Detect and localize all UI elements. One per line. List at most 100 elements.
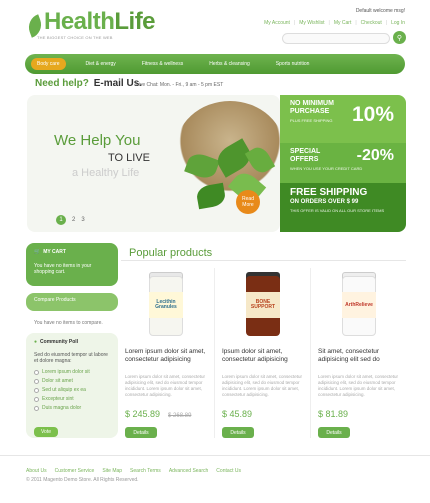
product-image[interactable]: Lecithin Granules bbox=[125, 268, 211, 340]
footer-link-contact-us[interactable]: Contact Us bbox=[216, 468, 241, 474]
promo-special-offers[interactable]: SPECIAL OFFERS -20% WHEN YOU USE YOUR CR… bbox=[280, 143, 406, 183]
footer-link-about-us[interactable]: About Us bbox=[26, 468, 47, 474]
cart-title: 🛒 MY CART bbox=[34, 249, 110, 255]
poll-option-label: Lorem ipsum dolor sit bbox=[42, 369, 90, 375]
promo-free-shipping[interactable]: FREE SHIPPING ON ORDERS OVER $ 99 THIS O… bbox=[280, 183, 406, 232]
price-value: $ 81.89 bbox=[318, 409, 349, 419]
nav-item-body-care[interactable]: Body care bbox=[31, 58, 66, 70]
poll-option-label: Sed ut aliquip ex ea bbox=[42, 387, 86, 393]
promo-no-minimum[interactable]: NO MINIMUM PURCHASE 10% PLUS FREE SHIPPI… bbox=[280, 95, 406, 143]
pager-page-3[interactable]: 3 bbox=[81, 217, 84, 223]
details-button[interactable]: Details bbox=[222, 427, 254, 438]
popular-products-heading: Popular products bbox=[129, 247, 213, 259]
footer-divider bbox=[0, 455, 430, 456]
price-value: $ 245.89 bbox=[125, 409, 161, 419]
logo-text-health: Health bbox=[44, 8, 115, 35]
cart-block: 🛒 MY CART You have no items in your shopp… bbox=[26, 243, 118, 286]
poll-question: Sed do eiusmod tempor ut labore et dolor… bbox=[34, 352, 108, 364]
radio-button[interactable] bbox=[34, 379, 39, 384]
product-name[interactable]: Sit amet, consectetur adipisicing elit s… bbox=[318, 348, 404, 366]
promo-3-label: FREE SHIPPING bbox=[290, 187, 368, 198]
promo-2-value: -20% bbox=[356, 147, 394, 164]
banner-pager: 1 2 3 bbox=[56, 215, 85, 225]
product-card: ArthRelieve Sit amet, consectetur adipis… bbox=[318, 268, 404, 438]
cart-text: You have no items in your shopping cart. bbox=[34, 263, 92, 275]
product-price: $ 81.89 bbox=[318, 409, 404, 419]
community-poll: ● Community Poll Sed do eiusmod tempor ut… bbox=[26, 333, 118, 438]
link-my-account[interactable]: My Account bbox=[264, 20, 290, 26]
link-my-wishlist[interactable]: My Wishlist bbox=[299, 20, 324, 26]
divider bbox=[214, 268, 215, 438]
poll-option-label: Excepteur sint bbox=[42, 396, 74, 402]
poll-option-label: Dolor sit amet bbox=[42, 378, 73, 384]
promo-1-value: 10% bbox=[351, 103, 394, 126]
product-label: ArthRelieve bbox=[342, 292, 376, 318]
banner-line-2: TO LIVE bbox=[108, 152, 150, 164]
poll-title: ● Community Poll bbox=[34, 339, 110, 345]
product-description: Lorem ipsum dolor sit amet, consectetur … bbox=[125, 374, 206, 397]
product-name[interactable]: Lorem ipsum dolor sit amet, consectetur … bbox=[125, 348, 211, 366]
old-price: $ 268.89 bbox=[168, 413, 192, 419]
footer-link-site-map[interactable]: Site Map bbox=[102, 468, 122, 474]
nav-item-diet-energy[interactable]: Diet & energy bbox=[80, 58, 122, 70]
top-links: My Account | My Wishlist | My Cart | Checko… bbox=[264, 20, 405, 26]
product-image[interactable]: BONE SUPPORT bbox=[222, 268, 308, 340]
details-button[interactable]: Details bbox=[318, 427, 350, 438]
email-us-link[interactable]: E-mail Us. bbox=[94, 78, 142, 89]
divider bbox=[310, 268, 311, 438]
logo[interactable]: HealthLife bbox=[25, 8, 156, 38]
poll-title-label: Community Poll bbox=[40, 339, 79, 345]
footer-link-search-terms[interactable]: Search Terms bbox=[130, 468, 161, 474]
product-description: Lorem ipsum dolor sit amet, consectetur … bbox=[222, 374, 303, 397]
footer-links: About Us Customer Service Site Map Searc… bbox=[26, 468, 241, 474]
product-name[interactable]: Ipsum dolor sit amet, consectetur adipis… bbox=[222, 348, 308, 366]
poll-option[interactable]: Excepteur sint bbox=[34, 395, 110, 404]
pager-page-2[interactable]: 2 bbox=[72, 217, 75, 223]
product-price: $ 245.89 $ 268.89 bbox=[125, 409, 211, 419]
cart-icon: 🛒 bbox=[34, 249, 41, 255]
tagline: THE BIGGEST CHOICE ON THE WEB bbox=[37, 35, 113, 40]
link-checkout[interactable]: Checkout bbox=[361, 20, 382, 26]
poll-icon: ● bbox=[34, 339, 38, 345]
product-description: Lorem ipsum dolor sit amet, consectetur … bbox=[318, 374, 399, 397]
promo-3-sub: THIS OFFER IS VALID ON ALL OUR STORE ITE… bbox=[290, 208, 385, 213]
promo-2-sub: WHEN YOU USE YOUR CREDIT CARD bbox=[290, 166, 363, 171]
copyright: © 2011 Magento Demo Store. All Rights Re… bbox=[26, 477, 139, 483]
read-more-button[interactable]: Read More bbox=[236, 190, 260, 214]
nav-item-sports-nutrition[interactable]: Sports nutrition bbox=[270, 58, 316, 70]
logo-text: HealthLife bbox=[44, 8, 156, 36]
radio-button[interactable] bbox=[34, 370, 39, 375]
promo-3-label-2: ON ORDERS OVER $ 99 bbox=[290, 199, 359, 205]
link-log-in[interactable]: Log In bbox=[391, 20, 405, 26]
product-card: BONE SUPPORT Ipsum dolor sit amet, conse… bbox=[222, 268, 308, 438]
nav-item-fitness-wellness[interactable]: Fitness & wellness bbox=[136, 58, 189, 70]
search-input[interactable] bbox=[282, 33, 390, 44]
poll-option[interactable]: Dolor sit amet bbox=[34, 377, 110, 386]
promo-1-sub: PLUS FREE SHIPPING bbox=[290, 118, 333, 123]
poll-option-label: Duis magna dolor bbox=[42, 405, 82, 411]
footer-link-customer-service[interactable]: Customer Service bbox=[55, 468, 95, 474]
pager-page-1[interactable]: 1 bbox=[56, 215, 66, 225]
promo-1-label: NO MINIMUM PURCHASE bbox=[290, 100, 334, 115]
search-button[interactable]: ⚲ bbox=[393, 31, 406, 44]
need-help-label: Need help? bbox=[35, 78, 89, 89]
logo-text-life: Life bbox=[114, 8, 156, 35]
banner-line-3: a Healthy Life bbox=[72, 167, 140, 179]
main-nav: Body care Diet & energy Fitness & wellne… bbox=[25, 54, 405, 74]
banner-line-1: We Help You bbox=[54, 132, 141, 149]
radio-button[interactable] bbox=[34, 397, 39, 402]
product-image[interactable]: ArthRelieve bbox=[318, 268, 404, 340]
footer-link-advanced-search[interactable]: Advanced Search bbox=[169, 468, 208, 474]
radio-button[interactable] bbox=[34, 388, 39, 393]
divider bbox=[121, 260, 406, 261]
radio-button[interactable] bbox=[34, 406, 39, 411]
link-my-cart[interactable]: My Cart bbox=[334, 20, 352, 26]
vote-button[interactable]: Vote bbox=[34, 427, 58, 437]
herbs-image bbox=[177, 135, 280, 232]
poll-option[interactable]: Duis magna dolor bbox=[34, 404, 110, 413]
poll-option[interactable]: Lorem ipsum dolor sit bbox=[34, 368, 110, 377]
live-chat-hours: Live Chat: Mon. - Fri., 9 am - 5 pm EST bbox=[136, 82, 224, 88]
nav-item-herbs-cleansing[interactable]: Herbs & cleansing bbox=[203, 58, 256, 70]
details-button[interactable]: Details bbox=[125, 427, 157, 438]
poll-option[interactable]: Sed ut aliquip ex ea bbox=[34, 386, 110, 395]
